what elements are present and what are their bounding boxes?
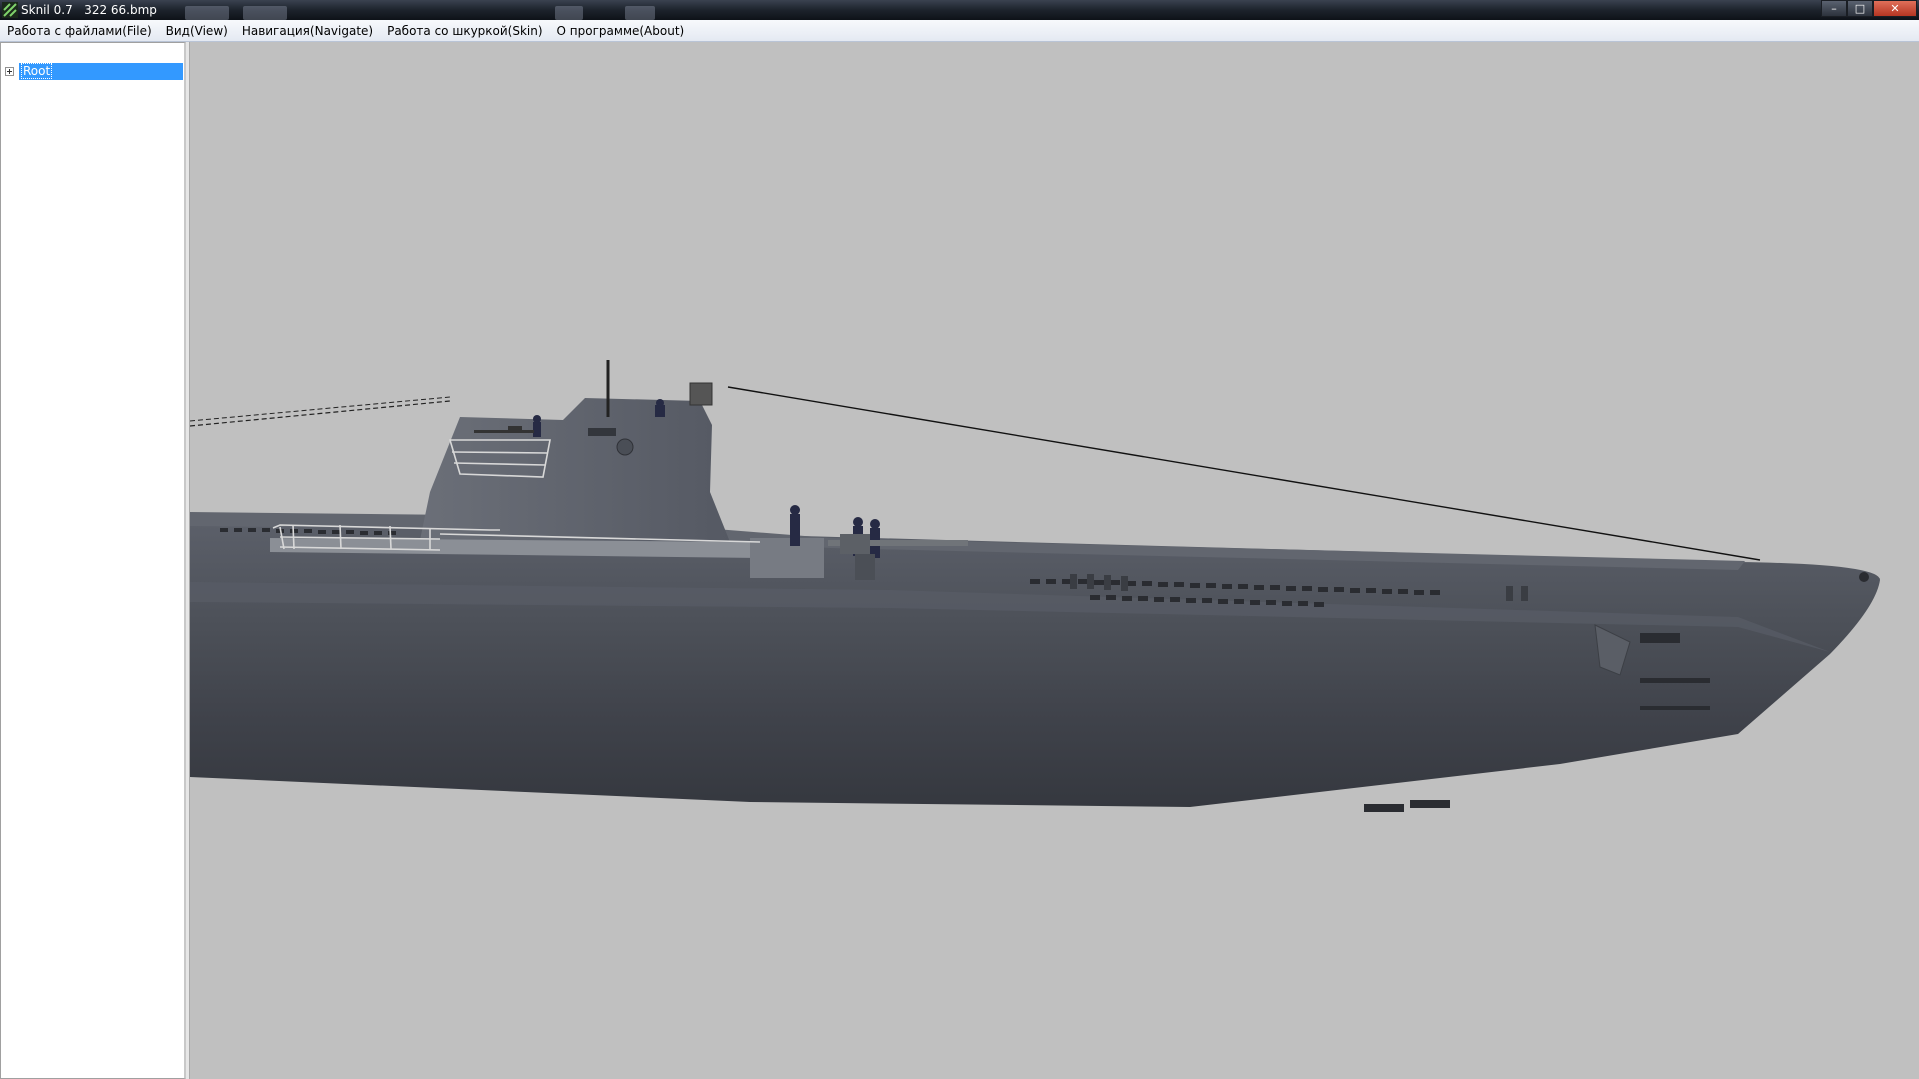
- plus-icon[interactable]: [5, 67, 14, 76]
- menu-view[interactable]: Вид(View): [159, 20, 235, 42]
- antenna-wire: [727, 386, 1761, 561]
- minimize-button[interactable]: –: [1821, 0, 1847, 17]
- tower-vent: [588, 428, 616, 436]
- taskbar-ghost: [625, 6, 655, 20]
- window-title: Sknil 0.7 322 66.bmp: [21, 3, 157, 17]
- menu-file[interactable]: Работа с файлами(File): [0, 20, 159, 42]
- menu-navigate[interactable]: Навигация(Navigate): [235, 20, 380, 42]
- radar-frame: [689, 382, 713, 406]
- submarine-model: [190, 360, 1880, 812]
- menu-skin[interactable]: Работа со шкуркой(Skin): [380, 20, 549, 42]
- minimize-icon: –: [1831, 2, 1837, 15]
- bow-marker: [1859, 572, 1869, 582]
- taskbar-ghost: [555, 6, 583, 20]
- tree-item-label[interactable]: Root: [19, 63, 183, 80]
- app-icon: [2, 2, 18, 18]
- porthole: [616, 438, 634, 456]
- menu-about[interactable]: О программе(About): [550, 20, 692, 42]
- tree-item-text: Root: [21, 63, 53, 79]
- close-icon: ✕: [1890, 2, 1900, 15]
- 3d-viewport[interactable]: [190, 42, 1919, 1079]
- maximize-button[interactable]: □: [1847, 0, 1873, 17]
- menu-bar: Работа с файлами(File) Вид(View) Навигац…: [0, 20, 1919, 42]
- conning-tower: [420, 398, 730, 542]
- tree-item-root[interactable]: Root: [5, 63, 183, 80]
- close-button[interactable]: ✕: [1873, 0, 1917, 17]
- tower-block: [750, 538, 824, 578]
- maximize-icon: □: [1854, 2, 1866, 15]
- app-window: Sknil 0.7 322 66.bmp – □ ✕ Работа с файл…: [0, 0, 1919, 1079]
- tree-pane[interactable]: Root: [0, 42, 186, 1079]
- antenna-wire: [190, 396, 451, 422]
- taskbar-ghost: [243, 6, 287, 20]
- window-controls: – □ ✕: [1821, 0, 1917, 18]
- title-bar[interactable]: Sknil 0.7 322 66.bmp – □ ✕: [0, 0, 1919, 20]
- taskbar-ghost: [185, 6, 229, 20]
- antenna-wire: [190, 400, 451, 427]
